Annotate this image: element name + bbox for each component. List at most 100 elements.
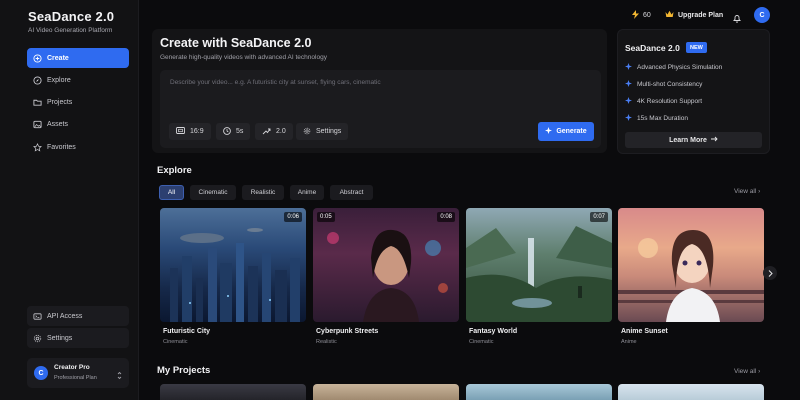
lightning-icon <box>632 10 639 21</box>
duration-badge: 0:05 <box>317 212 335 222</box>
sidebar-item-create[interactable]: Create <box>27 48 129 68</box>
aspect-value: 16:9 <box>190 128 204 135</box>
card-tag: Cinematic <box>469 339 494 345</box>
credits-counter[interactable]: 60 <box>632 10 651 21</box>
card-title: Anime Sunset <box>621 328 668 335</box>
sidebar-item-label: Create <box>47 54 69 62</box>
aspect-ratio-selector[interactable]: 16:9 <box>169 123 211 140</box>
video-thumbnail[interactable]: 0:05 0:08 <box>313 208 459 322</box>
model-selector[interactable]: 2.0 <box>255 123 293 140</box>
chevron-icon <box>116 367 123 385</box>
sidebar-item-label: Assets <box>47 120 69 128</box>
code-icon <box>33 312 42 321</box>
plus-circle-icon <box>33 53 42 63</box>
project-thumbnail[interactable] <box>313 384 459 400</box>
feature-label: Multi-shot Consistency <box>637 81 703 88</box>
gear-icon <box>33 334 42 343</box>
duration-badge: 0:07 <box>590 212 608 222</box>
feature-label: 4K Resolution Support <box>637 98 703 105</box>
image-icon <box>33 120 42 129</box>
feature-label: 15s Max Duration <box>637 115 688 122</box>
sparkle-icon <box>625 114 632 123</box>
learn-more-label: Learn More <box>669 136 707 144</box>
credits-value: 60 <box>643 12 651 19</box>
card-title: Futuristic City <box>163 328 211 335</box>
video-thumbnail[interactable] <box>618 208 764 322</box>
video-thumbnail[interactable]: 0:06 <box>160 208 306 322</box>
landscape-illustration <box>466 226 612 322</box>
compass-icon <box>33 75 42 85</box>
duration-badge: 0:08 <box>437 212 455 222</box>
chevron-right-icon <box>768 264 773 282</box>
upgrade-label: Upgrade Plan <box>678 11 724 19</box>
anime-girl-illustration <box>618 230 764 322</box>
filter-anime[interactable]: Anime <box>290 185 324 200</box>
card-tag: Realistic <box>316 339 337 345</box>
feature-item: Multi-shot Consistency <box>625 80 702 89</box>
folder-icon <box>33 98 42 107</box>
explore-title: Explore <box>157 165 192 176</box>
learn-more-button[interactable]: Learn More <box>625 132 762 148</box>
new-badge: NEW <box>686 42 707 53</box>
clock-icon <box>223 126 231 137</box>
sidebar-item-label: Settings <box>47 334 73 342</box>
sidebar: SeaDance 2.0 AI Video Generation Platfor… <box>0 0 139 400</box>
view-all-label: View all <box>734 368 757 375</box>
crown-icon <box>665 10 674 20</box>
project-thumbnail[interactable] <box>618 384 764 400</box>
user-name: Creator Pro <box>54 364 90 371</box>
sidebar-item-api-access[interactable]: API Access <box>27 306 129 326</box>
gear-icon <box>303 127 311 137</box>
create-title: Create with SeaDance 2.0 <box>160 36 312 50</box>
feature-label: Advanced Physics Simulation <box>637 64 723 71</box>
sidebar-item-label: Favorites <box>47 143 76 151</box>
video-card[interactable]: 0:05 0:08 Cyberpunk Streets Realistic <box>313 208 459 348</box>
duration-badge: 0:06 <box>284 212 302 222</box>
feature-item: Advanced Physics Simulation <box>625 63 722 72</box>
project-thumbnail[interactable] <box>466 384 612 400</box>
settings-label: Settings <box>316 128 342 135</box>
feature-item: 15s Max Duration <box>625 114 688 123</box>
filter-all[interactable]: All <box>159 185 184 200</box>
carousel-next-button[interactable] <box>763 266 777 280</box>
sidebar-item-assets[interactable]: Assets <box>27 114 129 134</box>
sidebar-item-projects[interactable]: Projects <box>27 92 129 112</box>
bell-icon[interactable] <box>733 10 741 28</box>
explore-view-all-link[interactable]: View all › <box>734 188 760 195</box>
prompt-placeholder: Describe your video... e.g. A futuristic… <box>170 79 381 86</box>
filter-cinematic[interactable]: Cinematic <box>190 185 236 200</box>
duration-value: 5s <box>236 128 244 135</box>
filter-realistic[interactable]: Realistic <box>242 185 284 200</box>
info-title: SeaDance 2.0 <box>625 43 680 53</box>
card-title: Cyberpunk Streets <box>316 328 379 335</box>
sparkle-icon <box>545 127 553 136</box>
projects-title: My Projects <box>157 365 211 376</box>
sidebar-item-favorites[interactable]: Favorites <box>27 137 129 157</box>
arrow-right-icon <box>710 136 718 144</box>
sidebar-item-explore[interactable]: Explore <box>27 70 129 90</box>
sparkle-icon <box>625 80 632 89</box>
project-thumbnail[interactable] <box>160 384 306 400</box>
user-plan: Professional Plan <box>54 375 97 381</box>
video-card[interactable]: 0:07 Fantasy World Cinematic <box>466 208 612 348</box>
sparkle-icon <box>262 127 271 137</box>
sidebar-item-label: API Access <box>47 312 83 320</box>
sidebar-item-settings[interactable]: Settings <box>27 328 129 348</box>
card-title: Fantasy World <box>469 328 518 335</box>
duration-selector[interactable]: 5s <box>216 123 251 140</box>
sparkle-icon <box>625 63 632 72</box>
projects-view-all-link[interactable]: View all › <box>734 368 760 375</box>
video-thumbnail[interactable]: 0:07 <box>466 208 612 322</box>
portrait-illustration <box>327 229 448 322</box>
user-card[interactable]: C Creator Pro Professional Plan <box>27 358 129 388</box>
filter-abstract[interactable]: Abstract <box>330 185 373 200</box>
sparkle-icon <box>625 97 632 106</box>
video-card[interactable]: 0:06 Futuristic City Cinematic <box>160 208 306 348</box>
settings-button[interactable]: Settings <box>296 123 349 140</box>
brand-tagline: AI Video Generation Platform <box>28 27 113 34</box>
create-subtitle: Generate high-quality videos with advanc… <box>160 54 327 61</box>
top-avatar[interactable]: C <box>754 7 770 23</box>
video-card[interactable]: Anime Sunset Anime <box>618 208 764 348</box>
upgrade-plan-button[interactable]: Upgrade Plan <box>665 10 723 20</box>
generate-button[interactable]: Generate <box>538 122 594 141</box>
